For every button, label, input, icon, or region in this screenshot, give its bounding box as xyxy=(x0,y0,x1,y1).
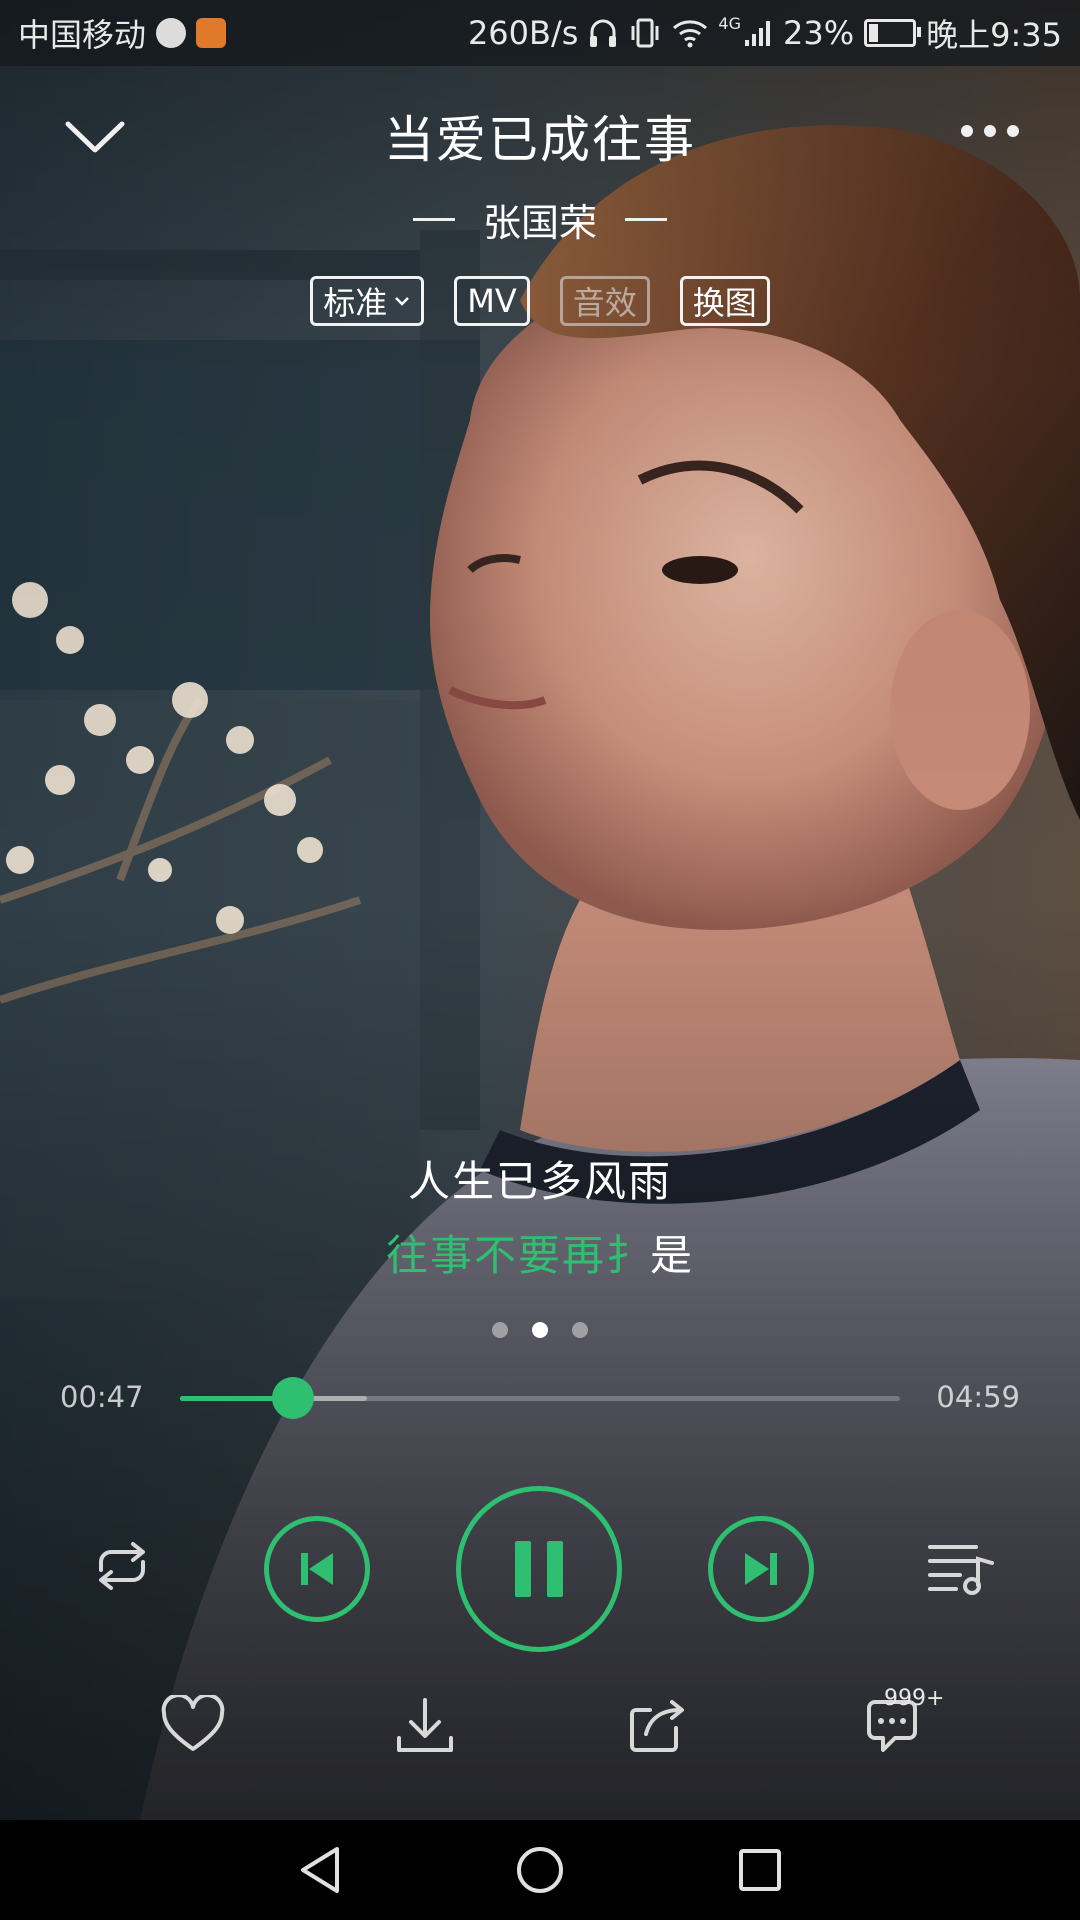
sound-effect-button[interactable]: 音效 xyxy=(559,276,650,326)
progress-thumb[interactable] xyxy=(272,1377,315,1419)
chevron-down-icon xyxy=(395,297,410,306)
mv-button[interactable]: MV xyxy=(454,276,530,326)
page-dot[interactable] xyxy=(532,1322,548,1338)
share-button[interactable] xyxy=(622,1690,692,1760)
page-dot[interactable] xyxy=(492,1322,508,1338)
previous-icon xyxy=(301,1553,333,1585)
next-icon xyxy=(745,1553,777,1585)
tag-buttons: 标准 MV 音效 换图 xyxy=(0,276,1080,326)
app-notification-icon xyxy=(196,18,227,48)
download-icon xyxy=(397,1698,453,1752)
like-button[interactable] xyxy=(156,1690,230,1760)
repeat-button[interactable] xyxy=(80,1534,164,1598)
battery-percent: 23% xyxy=(783,14,855,52)
lyric-unsung-part: 是 xyxy=(650,1231,695,1280)
quality-label: 标准 xyxy=(323,284,388,322)
repeat-icon xyxy=(99,1542,145,1590)
total-time: 04:59 xyxy=(936,1380,1020,1414)
artist-name[interactable]: 张国荣 xyxy=(483,192,597,247)
pause-button[interactable] xyxy=(456,1486,622,1652)
player-header: 当爱已成往事 张国荣 xyxy=(0,66,1080,266)
page-dot[interactable] xyxy=(572,1322,588,1338)
elapsed-time: 00:47 xyxy=(60,1380,144,1414)
lyric-current-line[interactable]: 人生已多风雨 xyxy=(0,1148,1080,1209)
home-icon xyxy=(517,1847,563,1893)
system-navigation-bar xyxy=(0,1820,1080,1920)
download-button[interactable] xyxy=(390,1690,460,1760)
song-title: 当爱已成往事 xyxy=(384,111,696,169)
headphones-icon xyxy=(590,19,617,47)
nav-back-button[interactable] xyxy=(290,1840,350,1900)
share-icon xyxy=(630,1700,684,1752)
artist-row: 张国荣 xyxy=(0,192,1080,247)
recents-icon xyxy=(739,1849,781,1891)
battery-icon xyxy=(864,19,922,47)
playlist-button[interactable] xyxy=(924,1536,998,1598)
heart-icon xyxy=(161,1695,225,1751)
comment-count-badge: 999+ xyxy=(884,1686,945,1711)
change-image-label: 换图 xyxy=(692,284,757,322)
notification-icon xyxy=(156,18,187,48)
network-speed: 260B/s xyxy=(467,14,579,52)
progress-bar[interactable] xyxy=(180,1377,900,1419)
nav-recents-button[interactable] xyxy=(730,1840,790,1900)
clock: 晚上9:35 xyxy=(926,16,1062,54)
carrier-label: 中国移动 xyxy=(18,16,147,54)
page-indicator xyxy=(0,1322,1080,1338)
more-icon xyxy=(961,125,973,137)
more-icon-dot xyxy=(1007,125,1019,137)
signal-icon xyxy=(745,21,770,46)
wifi-icon xyxy=(673,20,708,48)
network-type: 4G xyxy=(718,14,741,33)
status-bar: 中国移动 260B/s 4G 23% 晚上9:35 xyxy=(0,0,1080,66)
quality-button[interactable]: 标准 xyxy=(310,276,425,326)
status-left: 中国移动 xyxy=(18,10,227,56)
previous-button[interactable] xyxy=(264,1516,370,1622)
change-image-button[interactable]: 换图 xyxy=(679,276,770,326)
nav-home-button[interactable] xyxy=(510,1840,570,1900)
lyric-sung-part: 往事不要再扌 xyxy=(385,1231,650,1280)
next-button[interactable] xyxy=(708,1516,814,1622)
back-icon xyxy=(301,1847,339,1893)
lyric-next-line[interactable]: 往事不要再扌是 xyxy=(0,1222,1080,1283)
mv-label: MV xyxy=(467,282,517,320)
more-button[interactable] xyxy=(950,106,1030,156)
artist-dash-right xyxy=(625,218,667,221)
battery-fill xyxy=(869,24,879,42)
pause-icon xyxy=(515,1541,563,1597)
status-right: 260B/s 4G 23% 晚上9:35 xyxy=(468,10,1062,56)
more-icon-dot xyxy=(984,125,996,137)
artist-dash-left xyxy=(412,218,455,221)
vibrate-icon xyxy=(631,18,659,48)
playlist-icon xyxy=(928,1545,994,1595)
sound-effect-label: 音效 xyxy=(572,284,637,322)
